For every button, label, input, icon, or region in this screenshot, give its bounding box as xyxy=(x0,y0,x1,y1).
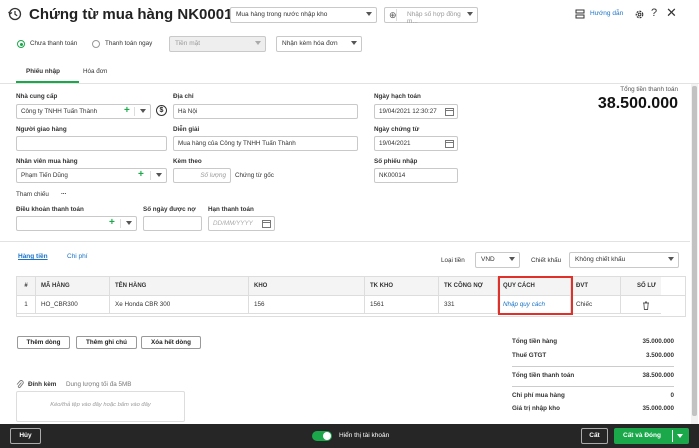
purchaser-label: Nhân viên mua hàng xyxy=(16,158,78,165)
reference-label: Tham chiếu xyxy=(16,191,49,198)
col-code: MÃ HÀNG xyxy=(36,277,110,295)
col-acc-wh: TK KHO xyxy=(365,277,439,295)
tab-cost[interactable]: Chi phí xyxy=(67,253,88,260)
add-terms-icon[interactable]: + xyxy=(109,218,115,228)
history-icon[interactable] xyxy=(8,7,22,21)
currency-label: Loại tiền xyxy=(441,257,465,264)
add-supplier-icon[interactable]: + xyxy=(124,106,130,116)
col-warehouse: KHO xyxy=(249,277,365,295)
attachment-hint: Dung lượng tối đa 5MB xyxy=(66,381,132,388)
purchaser-field[interactable]: Phạm Tiến Dũng + xyxy=(16,168,167,183)
col-unit: ĐVT xyxy=(571,277,621,295)
delete-all-button[interactable]: Xóa hết dòng xyxy=(141,336,201,349)
posting-date-label: Ngày hạch toán xyxy=(374,93,421,100)
attach-label: Kèm theo xyxy=(173,158,202,165)
purchase-voucher-window: { "header": { "title": "Chứng từ mua hàn… xyxy=(0,0,699,448)
show-account-toggle[interactable] xyxy=(312,431,332,441)
col-qty: SỐ LƯ xyxy=(621,277,661,295)
posting-date-field[interactable]: 19/04/2021 12:30:27 xyxy=(374,104,458,119)
guide-icon[interactable] xyxy=(575,9,585,19)
detail-grid: # MÃ HÀNG TÊN HÀNG KHO TK KHO TK CÔNG NỢ… xyxy=(16,276,686,317)
total-payment-label: Tổng tiền thanh toán xyxy=(620,86,678,93)
col-name: TÊN HÀNG xyxy=(110,277,249,295)
supplier-field[interactable]: Công ty TNHH Tuấn Thành + xyxy=(16,104,151,119)
deliverer-label: Người giao hàng xyxy=(16,126,67,133)
paid-now-label: Thanh toán ngay xyxy=(105,40,153,47)
purchase-type-select[interactable]: Mua hàng trong nước nhập kho xyxy=(230,7,377,23)
col-no: # xyxy=(17,277,36,295)
calendar-icon[interactable] xyxy=(445,107,454,116)
due-date-label: Hạn thanh toán xyxy=(208,206,254,213)
unpaid-label: Chưa thanh toán xyxy=(30,40,78,47)
summary-row: Tổng tiền thanh toán 38.500.000 xyxy=(512,367,674,387)
scrollbar-thumb[interactable] xyxy=(692,86,697,416)
title-bar: Chứng từ mua hàng NK00014 Mua hàng trong… xyxy=(0,0,699,32)
save-close-button[interactable]: Cất và Đóng xyxy=(614,428,689,444)
days-owed-label: Số ngày được nợ xyxy=(143,206,196,213)
voucher-no-label: Số phiếu nhập xyxy=(374,158,418,165)
discount-label: Chiết khấu xyxy=(531,257,562,264)
show-account-label: Hiển thị tài khoản xyxy=(339,432,390,439)
paperclip-icon xyxy=(16,380,24,389)
address-label: Địa chỉ xyxy=(173,93,194,100)
table-row[interactable]: 1 HO_CBR300 Xe Honda CBR 300 156 1561 33… xyxy=(17,295,685,314)
payment-method-select[interactable]: Tiền mặt xyxy=(169,36,266,52)
due-date-field[interactable]: DD/MM/YYYY xyxy=(208,216,275,231)
summary-panel: Tổng tiền hàng 35.000.000 Thuế GTGT 3.500.… xyxy=(512,338,674,416)
radio-paid-now[interactable] xyxy=(92,40,100,48)
days-owed-field[interactable] xyxy=(143,216,202,231)
invoice-option-select[interactable]: Nhận kèm hóa đơn xyxy=(276,36,362,52)
chevron-down-icon[interactable] xyxy=(677,434,683,438)
summary-row: Giá trị nhập kho 35.000.000 xyxy=(512,405,674,412)
currency-select[interactable]: VND xyxy=(475,252,520,268)
voucher-no-field[interactable]: NK00014 xyxy=(374,168,458,183)
description-field[interactable]: Mua hàng của Công ty TNHH Tuấn Thành xyxy=(173,136,358,151)
summary-row: Chi phí mua hàng 0 xyxy=(512,392,674,399)
total-payment-value: 38.500.000 xyxy=(597,95,678,112)
terms-label: Điều khoản thanh toán xyxy=(16,206,84,213)
page-title: Chứng từ mua hàng NK00014 xyxy=(29,6,241,23)
gear-icon[interactable] xyxy=(634,9,645,20)
radio-unpaid[interactable] xyxy=(17,40,25,48)
attach-suffix: Chứng từ gốc xyxy=(235,172,274,179)
tab-goods[interactable]: Hàng tiền xyxy=(18,253,48,260)
discount-select[interactable]: Không chiết khấu xyxy=(569,252,679,268)
col-acc-debt: TK CÔNG NỢ xyxy=(439,277,498,295)
dollar-icon[interactable]: $ xyxy=(156,105,167,116)
description-label: Diễn giải xyxy=(173,126,200,133)
help-icon[interactable]: ? xyxy=(651,7,657,19)
save-button[interactable]: Cất xyxy=(581,428,608,444)
attachment-label: Đính kèm xyxy=(28,381,57,388)
address-field[interactable]: Hà Nội xyxy=(173,104,358,119)
attachment-dropzone[interactable]: Kéo/thả tệp vào đây hoặc bấm vào đây xyxy=(16,391,185,422)
trash-icon[interactable] xyxy=(642,301,650,310)
contract-select[interactable]: ⊕ Nhập số hợp đồng m... xyxy=(384,7,478,25)
voucher-date-label: Ngày chứng từ xyxy=(374,126,420,133)
add-row-button[interactable]: Thêm dòng xyxy=(17,336,70,349)
add-purchaser-icon[interactable]: + xyxy=(138,170,144,180)
spec-highlight xyxy=(498,276,573,315)
deliverer-field[interactable] xyxy=(16,136,167,151)
calendar-icon[interactable] xyxy=(445,139,454,148)
supplier-label: Nhà cung cấp xyxy=(16,93,58,100)
cancel-button[interactable]: Hủy xyxy=(10,428,41,444)
grid-header: # MÃ HÀNG TÊN HÀNG KHO TK KHO TK CÔNG NỢ… xyxy=(17,277,685,295)
close-icon[interactable]: ✕ xyxy=(666,5,677,21)
voucher-date-field[interactable]: 19/04/2021 xyxy=(374,136,458,151)
tab-receipt[interactable]: Phiếu nhập xyxy=(26,68,60,75)
scrollbar[interactable] xyxy=(691,84,698,424)
summary-row: Thuế GTGT 3.500.000 xyxy=(512,352,674,367)
add-note-button[interactable]: Thêm ghi chú xyxy=(76,336,137,349)
calendar-icon[interactable] xyxy=(262,219,271,228)
terms-field[interactable]: + xyxy=(16,216,137,231)
summary-row: Tổng tiền hàng 35.000.000 xyxy=(512,338,674,345)
tab-invoice[interactable]: Hóa đơn xyxy=(83,68,107,75)
footer-bar: Hủy Hiển thị tài khoản Cất Cất và Đóng xyxy=(0,424,699,448)
help-link[interactable]: Hướng dẫn xyxy=(590,10,623,17)
attach-qty-field[interactable]: Số lượng xyxy=(173,168,231,183)
reference-button[interactable]: ... xyxy=(61,189,66,196)
